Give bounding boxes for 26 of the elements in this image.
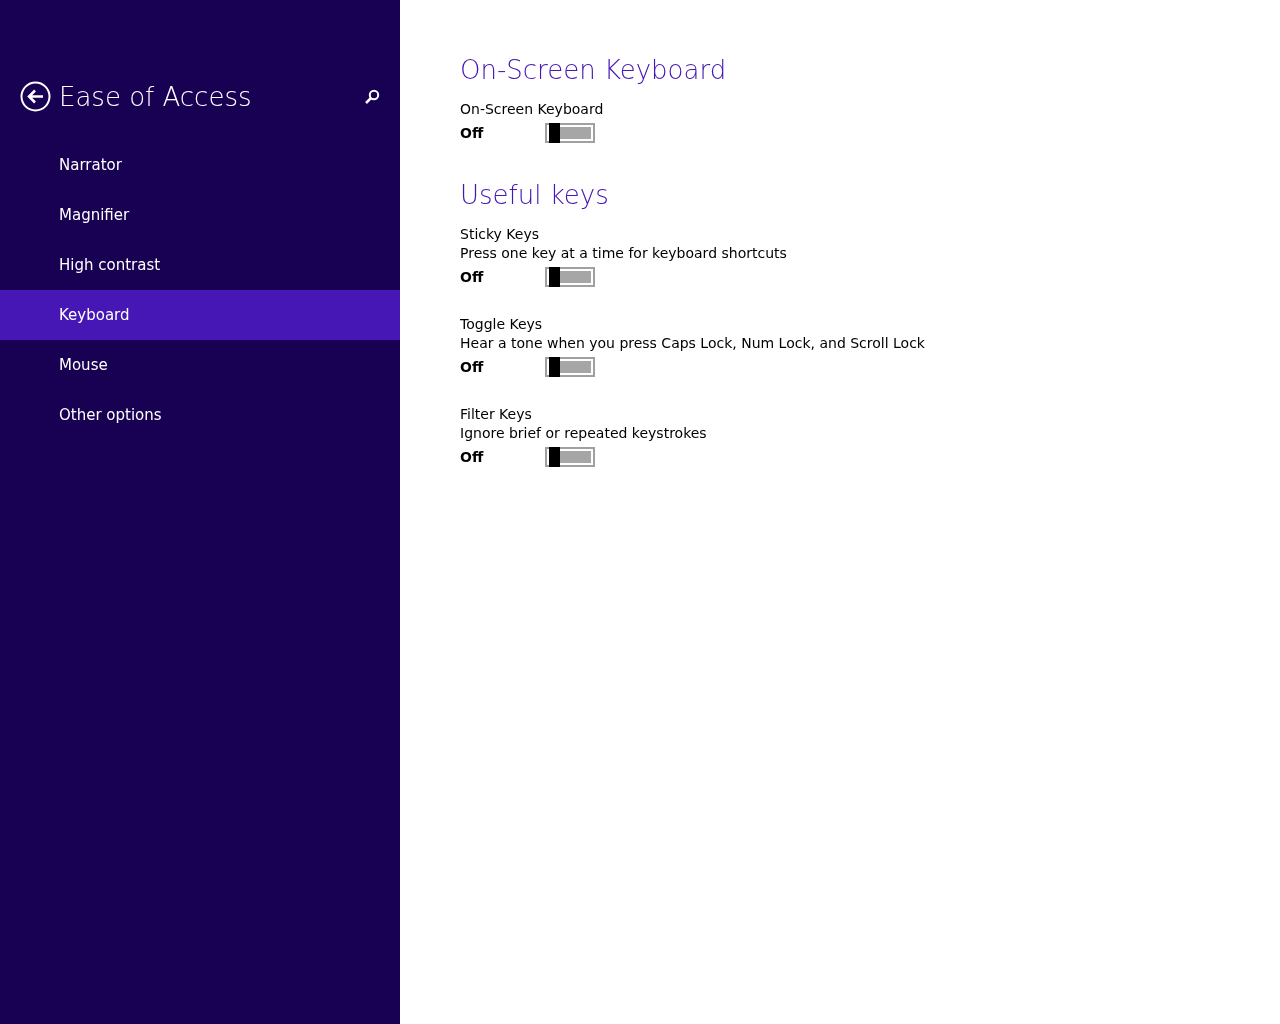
search-icon[interactable] xyxy=(364,88,380,105)
setting-description: Hear a tone when you press Caps Lock, Num Lock, and Scroll Lock xyxy=(460,334,926,353)
nav-item[interactable]: Other options xyxy=(0,390,400,440)
page-title: Ease of Access xyxy=(59,80,253,114)
toggle-switch[interactable] xyxy=(545,267,595,287)
toggle-state-text: Off xyxy=(460,357,485,377)
setting-description: Press one key at a time for keyboard shortcuts xyxy=(460,244,788,263)
setting-label: Toggle Keys xyxy=(460,315,544,334)
toggle-state-text: Off xyxy=(460,123,485,143)
toggle-state-text: Off xyxy=(460,447,485,467)
section-heading: Useful keys xyxy=(460,179,610,212)
toggle-switch[interactable] xyxy=(545,447,595,467)
nav-item[interactable]: Keyboard xyxy=(0,290,400,340)
nav-item[interactable]: High contrast xyxy=(0,240,400,290)
nav-item[interactable]: Mouse xyxy=(0,340,400,390)
toggle-switch[interactable] xyxy=(545,123,595,143)
nav-item[interactable]: Narrator xyxy=(0,140,400,190)
setting-label: Filter Keys xyxy=(460,405,533,424)
nav-item[interactable]: Magnifier xyxy=(0,190,400,240)
back-icon[interactable] xyxy=(20,81,51,112)
toggle-state-text: Off xyxy=(460,267,485,287)
setting-label: On-Screen Keyboard xyxy=(460,100,605,119)
setting-description: Ignore brief or repeated keystrokes xyxy=(460,424,708,443)
setting-label: Sticky Keys xyxy=(460,225,540,244)
section-heading: On-Screen Keyboard xyxy=(460,54,728,87)
toggle-switch[interactable] xyxy=(545,357,595,377)
